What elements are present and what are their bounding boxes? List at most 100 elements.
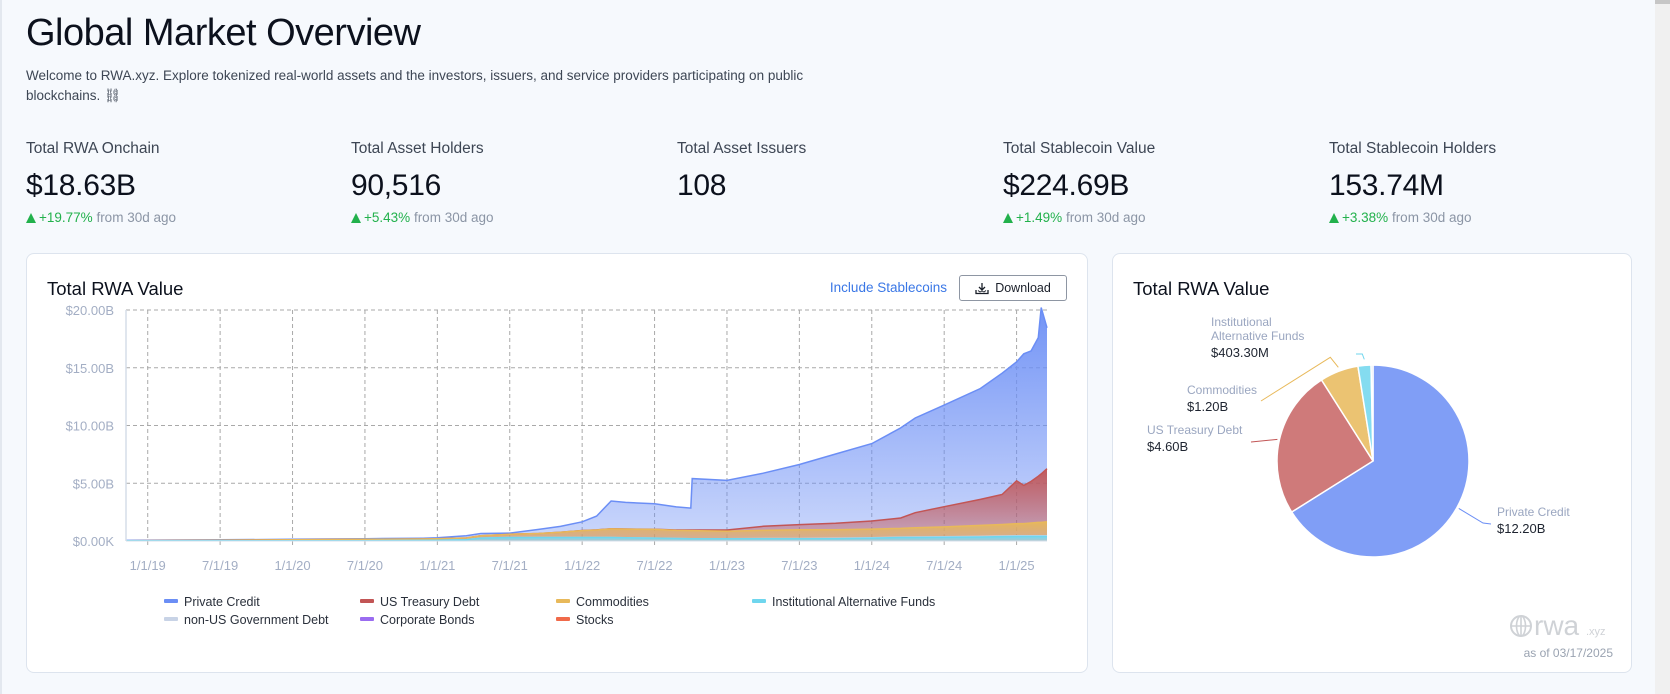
watermark-main: rwa <box>1534 613 1580 639</box>
stat-change-percent: +3.38% <box>1342 210 1389 225</box>
rwa-watermark-logo: rwa .xyz <box>1510 610 1606 641</box>
pie-label-leader-line <box>1250 438 1278 443</box>
x-tick-label: 7/1/22 <box>636 558 672 573</box>
watermark-suffix: .xyz <box>1586 626 1606 638</box>
legend-item[interactable]: US Treasury Debt <box>360 595 479 609</box>
legend-item[interactable]: Commodities <box>556 595 649 609</box>
pie-label-leader-line <box>1356 353 1365 360</box>
stat-change-percent: +1.49% <box>1016 210 1063 225</box>
x-tick-label: 7/1/24 <box>926 558 962 573</box>
stat-change-suffix: from 30d ago <box>1065 210 1146 225</box>
page-description: Welcome to RWA.xyz. Explore tokenized re… <box>26 68 804 103</box>
pie-label-value: $4.60B <box>1147 439 1188 454</box>
y-tick-label: $10.00B <box>66 419 114 434</box>
stat-change: +5.43% from 30d ago <box>351 210 651 225</box>
legend-swatch <box>556 617 570 621</box>
pie-chart[interactable]: Private Credit $12.20B US Treasury Debt $4.… <box>1113 254 1633 674</box>
stat-change: +19.77% from 30d ago <box>26 210 326 225</box>
y-tick-label: $5.00B <box>73 476 114 491</box>
stat-label: Total RWA Onchain <box>26 140 160 157</box>
stat-total-rwa-onchain: Total RWA Onchain $18.63B +19.77% from 3… <box>26 140 326 225</box>
legend-item[interactable]: Institutional Alternative Funds <box>752 595 935 609</box>
stacked-area-chart[interactable]: rwa .xyz $0.00K$5.00B$10.00B$15.00B$20.0… <box>27 254 1089 594</box>
area-private-credit[interactable] <box>126 307 1047 541</box>
stat-total-stablecoin-holders: Total Stablecoin Holders 153.74M +3.38% … <box>1329 140 1629 225</box>
x-tick-label: 7/1/20 <box>347 558 383 573</box>
stat-label: Total Asset Issuers <box>677 140 807 157</box>
x-tick-label: 1/1/23 <box>709 558 745 573</box>
y-tick-label: $20.00B <box>66 303 114 318</box>
y-tick-label: $0.00K <box>73 534 115 549</box>
total-rwa-value-pie-card: Total RWA Value Private Credit $12.20B US … <box>1112 253 1632 673</box>
stat-change-percent: +5.43% <box>364 210 411 225</box>
pie-label-name: Alternative Funds <box>1211 329 1304 343</box>
as-of-date: as of 03/17/2025 <box>1523 646 1613 660</box>
stat-value: 90,516 <box>351 169 441 202</box>
total-rwa-value-chart-card: Total RWA Value Include Stablecoins Down… <box>26 253 1088 673</box>
pie-footer: rwa .xyz as of 03/17/2025 <box>1509 610 1613 660</box>
legend-swatch <box>556 599 570 603</box>
x-tick-label: 1/1/22 <box>564 558 600 573</box>
stat-value: 108 <box>677 169 727 202</box>
pie-label-value: $1.20B <box>1187 399 1228 414</box>
stat-value: $18.63B <box>26 169 136 202</box>
stat-label: Total Stablecoin Value <box>1003 140 1156 157</box>
legend-item[interactable]: Private Credit <box>164 595 260 609</box>
scrollbar-thumb[interactable] <box>1655 0 1670 4</box>
arrow-up-icon <box>26 213 36 223</box>
legend-label: Stocks <box>576 613 614 627</box>
x-tick-label: 1/1/19 <box>130 558 166 573</box>
arrow-up-icon <box>351 213 361 223</box>
x-tick-label: 7/1/23 <box>781 558 817 573</box>
stat-value: $224.69B <box>1003 169 1130 202</box>
legend-item[interactable]: non-US Government Debt <box>164 613 329 627</box>
area-series <box>125 307 1048 542</box>
legend-swatch <box>164 617 178 621</box>
legend-swatch <box>752 599 766 603</box>
y-tick-label: $15.00B <box>66 361 114 376</box>
x-tick-label: 7/1/19 <box>202 558 238 573</box>
stat-label: Total Asset Holders <box>351 140 484 157</box>
pie-label-name: Institutional <box>1211 315 1272 329</box>
pie-label-value: $12.20B <box>1497 521 1545 536</box>
pie-label-value: $403.30M <box>1211 345 1269 360</box>
legend-label: Private Credit <box>184 595 260 609</box>
stat-change-percent: +19.77% <box>39 210 93 225</box>
x-tick-label: 1/1/25 <box>999 558 1035 573</box>
x-tick-label: 7/1/21 <box>492 558 528 573</box>
stat-label: Total Stablecoin Holders <box>1329 140 1497 157</box>
legend-item[interactable]: Stocks <box>556 613 614 627</box>
stats-row: Total RWA Onchain $18.63B +19.77% from 3… <box>26 140 1656 230</box>
pie-label-name: Private Credit <box>1497 505 1570 519</box>
stat-total-asset-holders: Total Asset Holders 90,516 +5.43% from 3… <box>351 140 651 225</box>
legend-label: Corporate Bonds <box>380 613 475 627</box>
x-tick-label: 1/1/24 <box>854 558 890 573</box>
stat-total-stablecoin-value: Total Stablecoin Value $224.69B +1.49% f… <box>1003 140 1303 225</box>
page-left-border <box>0 0 2 694</box>
legend-swatch <box>360 599 374 603</box>
pie-label-name: Commodities <box>1187 383 1257 397</box>
stat-change-suffix: from 30d ago <box>413 210 494 225</box>
legend-label: Institutional Alternative Funds <box>772 595 936 609</box>
stat-change-suffix: from 30d ago <box>1391 210 1472 225</box>
x-tick-label: 1/1/21 <box>419 558 455 573</box>
stat-change: +1.49% from 30d ago <box>1003 210 1303 225</box>
page-title: Global Market Overview <box>26 12 421 54</box>
legend-swatch <box>164 599 178 603</box>
vertical-scrollbar[interactable] <box>1655 0 1670 694</box>
stat-value: 153.74M <box>1329 169 1444 202</box>
legend-swatch <box>360 617 374 621</box>
stat-total-asset-issuers: Total Asset Issuers 108 <box>677 140 977 203</box>
globe-icon <box>1510 615 1532 637</box>
legend-item[interactable]: Corporate Bonds <box>360 613 475 627</box>
pie-slices <box>1276 364 1470 558</box>
legend-label: US Treasury Debt <box>380 595 480 609</box>
legend-label: non-US Government Debt <box>184 613 329 627</box>
legend-label: Commodities <box>576 595 649 609</box>
pie-label-leader-line <box>1458 507 1492 525</box>
stat-change-suffix: from 30d ago <box>96 210 176 225</box>
pie-label-name: US Treasury Debt <box>1147 423 1243 437</box>
arrow-up-icon <box>1003 213 1013 223</box>
arrow-up-icon <box>1329 213 1339 223</box>
stat-change: +3.38% from 30d ago <box>1329 210 1629 225</box>
